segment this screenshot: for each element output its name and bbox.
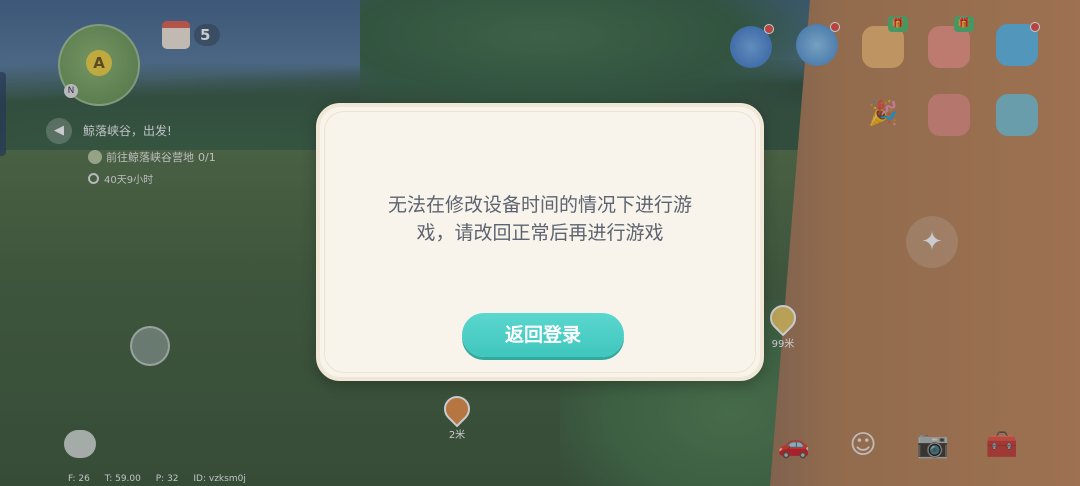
time-warning-dialog: 无法在修改设备时间的情况下进行游 戏，请改回正常后再进行游戏 返回登录 (316, 103, 764, 381)
dialog-message: 无法在修改设备时间的情况下进行游 戏，请改回正常后再进行游戏 (360, 191, 720, 247)
return-to-login-button[interactable]: 返回登录 (462, 313, 624, 357)
dialog-message-line-1: 无法在修改设备时间的情况下进行游 (387, 194, 692, 216)
dialog-message-line-2: 戏，请改回正常后再进行游戏 (416, 222, 664, 244)
